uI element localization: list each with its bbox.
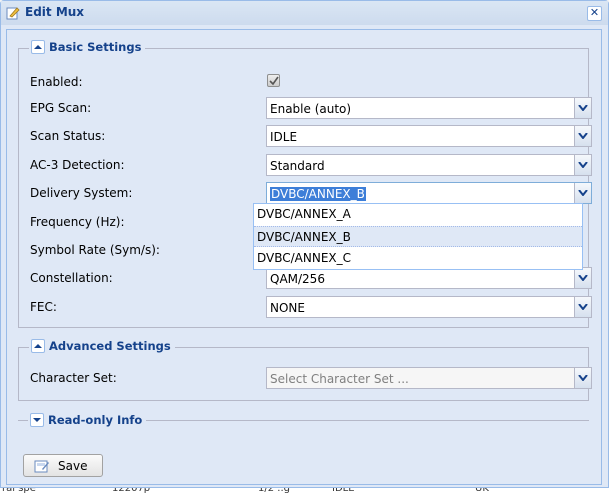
chevron-down-icon: [578, 133, 588, 139]
ac3-detection-label: AC-3 Detection:: [30, 158, 125, 172]
symbol-rate-label: Symbol Rate (Sym/s):: [30, 243, 160, 257]
ac3-detection-dropdown-trigger[interactable]: [574, 155, 591, 175]
constellation-label: Constellation:: [30, 271, 113, 285]
save-button[interactable]: Save: [23, 454, 103, 477]
epg-scan-row: EPG Scan: Enable (auto): [30, 97, 592, 119]
fec-dropdown-trigger[interactable]: [574, 297, 591, 317]
epg-scan-select[interactable]: Enable (auto): [266, 97, 592, 119]
chevron-down-icon: [578, 190, 588, 196]
character-set-select[interactable]: Select Character Set ...: [266, 367, 592, 389]
basic-settings-title: Basic Settings: [49, 40, 142, 54]
save-button-label: Save: [58, 459, 88, 473]
epg-scan-dropdown-trigger[interactable]: [574, 98, 591, 118]
delivery-option-annex-b[interactable]: DVBC/ANNEX_B: [254, 226, 582, 247]
close-icon: ✕: [589, 6, 600, 19]
advanced-settings-title: Advanced Settings: [49, 339, 171, 353]
checkmark-icon: [269, 76, 279, 86]
collapse-basic-settings-toggle[interactable]: [31, 40, 45, 54]
enabled-checkbox[interactable]: [267, 74, 280, 87]
readonly-info-title: Read-only Info: [48, 413, 143, 427]
character-set-placeholder: Select Character Set ...: [270, 372, 409, 386]
edit-icon: [6, 6, 20, 20]
dialog-titlebar[interactable]: Edit Mux ✕: [1, 1, 608, 25]
fec-value: NONE: [270, 301, 305, 315]
expand-readonly-info-toggle[interactable]: [30, 413, 44, 427]
delivery-system-dropdown-trigger[interactable]: [574, 183, 591, 203]
constellation-dropdown-trigger[interactable]: [574, 268, 591, 288]
delivery-system-row: Delivery System: DVBC/ANNEX_B: [30, 182, 592, 204]
collapse-advanced-settings-toggle[interactable]: [31, 339, 45, 353]
delivery-option-annex-c[interactable]: DVBC/ANNEX_C: [254, 248, 582, 269]
close-button[interactable]: ✕: [587, 6, 602, 21]
scan-status-row: Scan Status: IDLE: [30, 125, 592, 147]
enabled-row: Enabled:: [30, 71, 590, 93]
fec-label: FEC:: [30, 300, 57, 314]
ac3-detection-select[interactable]: Standard: [266, 154, 592, 176]
collapse-up-icon: [34, 45, 42, 49]
scan-status-select[interactable]: IDLE: [266, 125, 592, 147]
ac3-detection-value: Standard: [270, 159, 325, 173]
save-icon: [34, 459, 50, 476]
chevron-down-icon: [578, 105, 588, 111]
chevron-down-icon: [578, 375, 588, 381]
delivery-system-select[interactable]: DVBC/ANNEX_B: [266, 182, 592, 204]
expand-down-icon: [33, 418, 41, 422]
fec-select[interactable]: NONE: [266, 296, 592, 318]
epg-scan-value: Enable (auto): [270, 102, 352, 116]
character-set-dropdown-trigger[interactable]: [574, 368, 591, 388]
character-set-row: Character Set: Select Character Set ...: [30, 367, 592, 389]
scan-status-dropdown-trigger[interactable]: [574, 126, 591, 146]
advanced-settings-legend: Advanced Settings: [29, 339, 175, 353]
delivery-system-value: DVBC/ANNEX_B: [270, 187, 366, 201]
scan-status-value: IDLE: [270, 130, 298, 144]
frequency-label: Frequency (Hz):: [30, 215, 125, 229]
enabled-label: Enabled:: [30, 75, 83, 89]
delivery-system-dropdown-list: DVBC/ANNEX_A DVBC/ANNEX_B DVBC/ANNEX_C: [253, 203, 583, 270]
scan-status-label: Scan Status:: [30, 129, 106, 143]
readonly-info-legend: Read-only Info: [28, 413, 147, 427]
basic-settings-fieldset: Basic Settings Enabled: EPG Scan: Enable…: [18, 40, 592, 328]
basic-settings-legend: Basic Settings: [29, 40, 146, 54]
readonly-info-fieldset: Read-only Info: [18, 413, 589, 427]
constellation-select[interactable]: QAM/256: [266, 267, 592, 289]
collapse-up-icon: [34, 344, 42, 348]
advanced-settings-fieldset: Advanced Settings Character Set: Select …: [18, 339, 592, 401]
character-set-label: Character Set:: [30, 371, 117, 385]
dialog-title: Edit Mux: [25, 5, 85, 19]
constellation-value: QAM/256: [270, 272, 325, 286]
chevron-down-icon: [578, 304, 588, 310]
chevron-down-icon: [578, 275, 588, 281]
chevron-down-icon: [578, 162, 588, 168]
epg-scan-label: EPG Scan:: [30, 101, 92, 115]
constellation-row: Constellation: QAM/256: [30, 267, 592, 289]
ac3-detection-row: AC-3 Detection: Standard: [30, 154, 592, 176]
delivery-system-label: Delivery System:: [30, 186, 133, 200]
delivery-option-annex-a[interactable]: DVBC/ANNEX_A: [254, 204, 582, 225]
fec-row: FEC: NONE: [30, 296, 592, 318]
